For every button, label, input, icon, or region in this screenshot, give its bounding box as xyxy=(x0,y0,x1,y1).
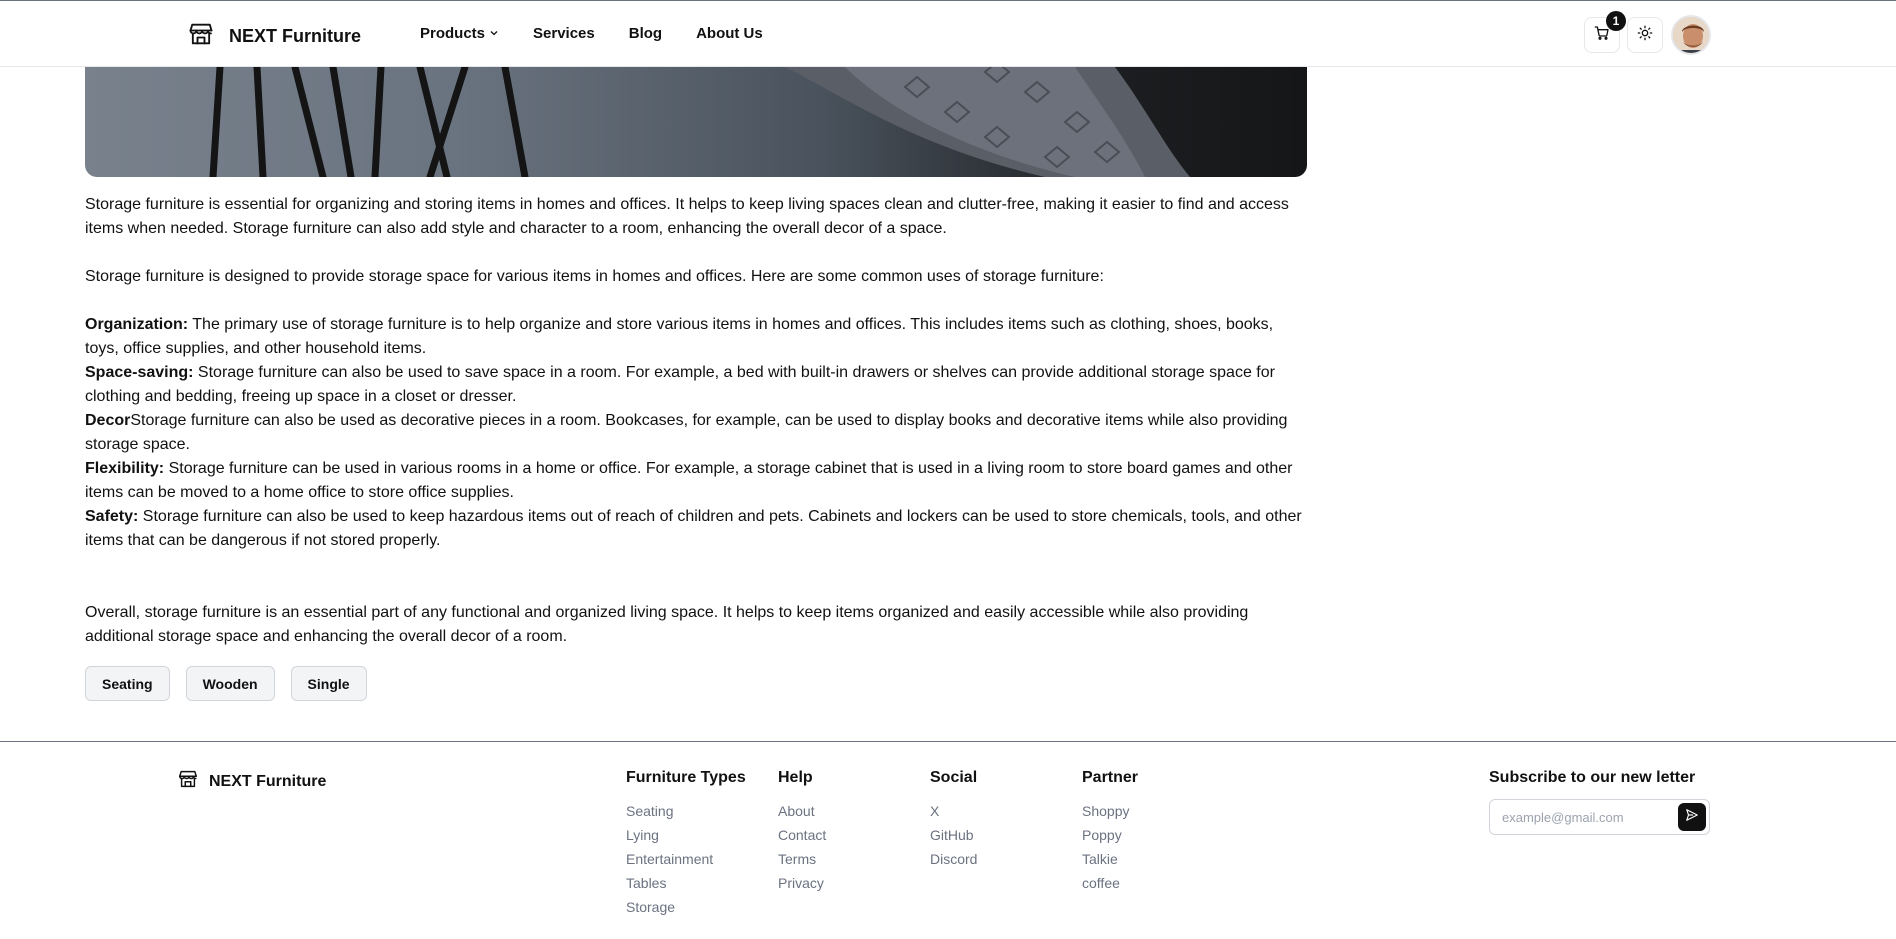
nav-about-us[interactable]: About Us xyxy=(696,25,763,42)
footer-link-seating[interactable]: Seating xyxy=(626,799,746,823)
newsletter-subscribe: Subscribe to our new letter xyxy=(1489,769,1710,835)
subscribe-title: Subscribe to our new letter xyxy=(1489,769,1696,786)
nav-services[interactable]: Services xyxy=(533,25,595,42)
nav-products[interactable]: Products xyxy=(420,25,499,42)
footer-link-tables[interactable]: Tables xyxy=(626,871,746,895)
article-body: Storage furniture is essential for organ… xyxy=(85,193,1307,649)
footer-link-discord[interactable]: Discord xyxy=(930,847,977,871)
footer-link-contact[interactable]: Contact xyxy=(778,823,826,847)
footer-col-title: Furniture Types xyxy=(626,769,746,786)
footer-col-title: Social xyxy=(930,769,978,786)
footer-link-lying[interactable]: Lying xyxy=(626,823,746,847)
store-icon xyxy=(177,768,199,795)
nav-blog[interactable]: Blog xyxy=(629,25,662,42)
footer-col-title: Help xyxy=(778,769,813,786)
footer-link-privacy[interactable]: Privacy xyxy=(778,871,826,895)
site-header: NEXT Furniture Products Services Blog Ab… xyxy=(0,0,1896,67)
footer-col-furniture-types: Furniture Types Seating Lying Entertainm… xyxy=(626,769,746,919)
footer-col-partner: Partner Shoppy Poppy Talkie coffee xyxy=(1082,769,1138,895)
article-uses-intro: Storage furniture is designed to provide… xyxy=(85,268,1104,285)
nav-products-label: Products xyxy=(420,25,486,42)
article-intro: Storage furniture is essential for organ… xyxy=(85,196,1289,237)
footer-brand-name: NEXT Furniture xyxy=(209,772,327,790)
footer-link-github[interactable]: GitHub xyxy=(930,823,977,847)
footer-link-entertainment[interactable]: Entertainment xyxy=(626,847,746,871)
use-flexibility: Flexibility: Storage furniture can be us… xyxy=(85,460,1293,501)
use-space-saving: Space-saving: Storage furniture can also… xyxy=(85,364,1275,405)
tag-single[interactable]: Single xyxy=(290,666,367,701)
use-organization: Organization: The primary use of storage… xyxy=(85,316,1274,357)
store-icon xyxy=(187,20,215,53)
subscribe-button[interactable] xyxy=(1678,803,1706,831)
brand-name: NEXT Furniture xyxy=(229,26,362,46)
email-input[interactable] xyxy=(1502,809,1672,825)
footer-link-coffee[interactable]: coffee xyxy=(1082,871,1138,895)
send-icon xyxy=(1685,808,1699,827)
use-decor: DecorStorage furniture can also be used … xyxy=(85,412,1288,453)
footer-link-poppy[interactable]: Poppy xyxy=(1082,823,1138,847)
cart-count-badge: 1 xyxy=(1606,11,1626,31)
tag-seating[interactable]: Seating xyxy=(85,666,170,701)
footer-col-social: Social X GitHub Discord xyxy=(930,769,977,871)
use-safety: Safety: Storage furniture can also be us… xyxy=(85,508,1302,549)
sun-icon xyxy=(1637,25,1653,46)
subscribe-form xyxy=(1489,799,1710,835)
footer-link-storage[interactable]: Storage xyxy=(626,895,746,919)
user-avatar[interactable] xyxy=(1671,15,1711,55)
main-nav: Products Services Blog About Us xyxy=(420,25,797,42)
footer-link-shoppy[interactable]: Shoppy xyxy=(1082,799,1138,823)
footer-col-help: Help About Contact Terms Privacy xyxy=(778,769,826,895)
chevron-down-icon xyxy=(489,25,499,42)
tag-list: Seating Wooden Single xyxy=(85,666,367,701)
hero-image xyxy=(85,67,1307,177)
article-conclusion: Overall, storage furniture is an essenti… xyxy=(85,604,1249,645)
footer-link-about[interactable]: About xyxy=(778,799,826,823)
site-footer: NEXT Furniture Furniture Types Seating L… xyxy=(0,741,1896,939)
footer-brand[interactable]: NEXT Furniture xyxy=(177,768,326,795)
footer-link-x[interactable]: X xyxy=(930,799,977,823)
brand-link[interactable]: NEXT Furniture xyxy=(187,20,361,53)
footer-link-talkie[interactable]: Talkie xyxy=(1082,847,1138,871)
avatar-image xyxy=(1673,17,1709,53)
theme-toggle-button[interactable] xyxy=(1627,17,1663,53)
footer-col-title: Partner xyxy=(1082,769,1139,786)
footer-link-terms[interactable]: Terms xyxy=(778,847,826,871)
tag-wooden[interactable]: Wooden xyxy=(185,666,275,701)
